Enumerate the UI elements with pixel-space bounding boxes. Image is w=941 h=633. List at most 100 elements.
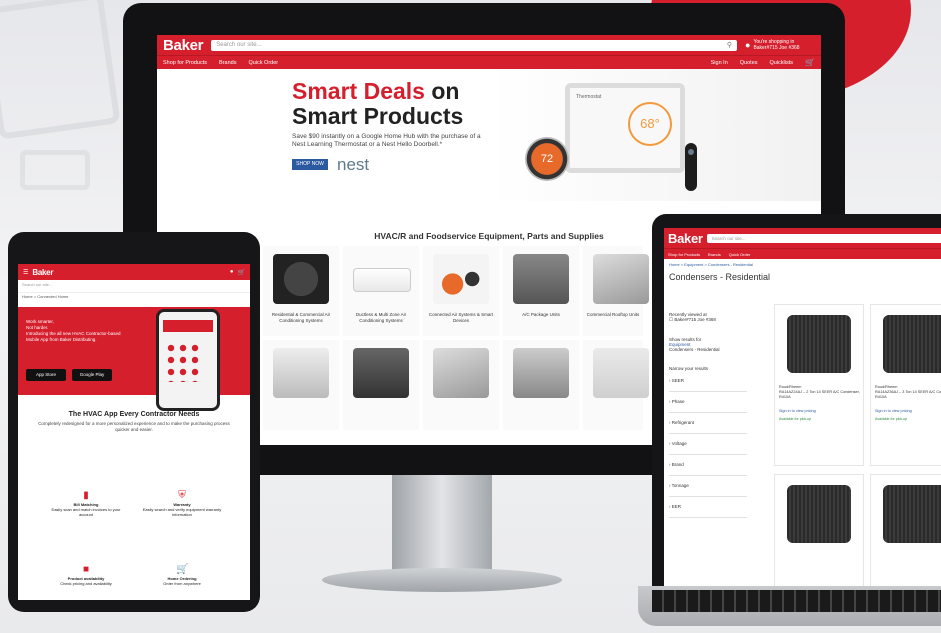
category-card[interactable] — [503, 340, 579, 430]
product-price-link[interactable]: Sign in to view pricing — [779, 409, 816, 413]
page-title: Condensers - Residential — [669, 272, 771, 282]
feature-warranty: ⛨ Warranty Easily search and verify equipm… — [142, 490, 222, 517]
product-card[interactable] — [774, 474, 864, 586]
category-label: A/C Package Units — [522, 312, 560, 317]
breadcrumb[interactable]: Home > Equipment > Condensers - Resident… — [664, 259, 941, 270]
category-label: Connected Air Systems & Smart Devices — [428, 312, 494, 323]
monitor-base — [322, 568, 562, 592]
hero-title-on: on — [431, 78, 460, 104]
search-icon[interactable]: ⚲ — [727, 40, 732, 51]
category-card[interactable]: Ductless & Multi Zone Air Conditioning S… — [343, 246, 419, 336]
nest-thermostat-image: 72 — [525, 137, 569, 181]
nav-shop-products[interactable]: Shop for Products — [163, 60, 207, 66]
category-card[interactable]: A/C Package Units — [503, 246, 579, 336]
feature-text: Check pricing and availability — [60, 581, 112, 586]
tablet-device: ☰ Baker ● 🛒 Search our site... Home > Co… — [8, 232, 260, 612]
baker-logo[interactable]: Baker — [163, 37, 204, 54]
feature-text: Easily scan and match invoices to your a… — [51, 507, 121, 517]
product-card[interactable]: Ruud/Rheem RA14AZ24AJ – 2 Ton 14 SEER A/C… — [774, 304, 864, 466]
hero-title-highlight: Smart Deals — [292, 78, 425, 104]
shop-now-button[interactable]: SHOP NOW — [292, 159, 328, 170]
baker-logo[interactable]: Baker — [668, 231, 703, 246]
nest-doorbell-image — [685, 143, 697, 191]
condenser-image — [787, 315, 851, 373]
nav-shop-products[interactable]: Shop for Products — [668, 252, 700, 257]
nav-sign-in[interactable]: Sign In — [711, 60, 728, 66]
category-card[interactable] — [263, 340, 339, 430]
condenser-image — [273, 254, 329, 304]
box-icon: ■ — [82, 564, 90, 575]
feature-product-availability: ■ Product availability Check pricing and a… — [46, 564, 126, 586]
main-nav: Shop for Products Brands Quick Order Sig… — [157, 55, 821, 69]
laptop-nav: Shop for Products Brands Quick Order — [664, 248, 941, 259]
category-card[interactable] — [423, 340, 499, 430]
facet-label: Phase — [671, 399, 685, 404]
shield-icon: ⛨ — [178, 490, 186, 501]
category-card[interactable]: Commercial Rooftop Units — [583, 246, 649, 336]
facet-eer[interactable]: › EER — [669, 497, 747, 518]
facet-label: Voltage — [671, 441, 687, 446]
facet-tonnage[interactable]: › Tonnage — [669, 476, 747, 497]
product-price-link[interactable]: Sign in to view pricing — [875, 409, 912, 413]
location-pin-icon[interactable]: ● — [230, 269, 234, 275]
store-selector[interactable]: ● You're shopping in Baker#715 Joe #368 — [745, 39, 815, 51]
category-card[interactable]: Connected Air Systems & Smart Devices — [423, 246, 499, 336]
search-placeholder: Search our site... — [216, 41, 262, 48]
phone-app-icons — [165, 342, 203, 382]
store-checkbox-label: Baker#715 Joe #368 — [674, 317, 716, 322]
cart-icon: 🛒 — [176, 564, 189, 575]
google-home-hub-image: Thermostat 68° — [565, 83, 685, 173]
search-input[interactable]: Search our site... — [706, 233, 941, 243]
feature-text: Order from anywhere — [163, 581, 201, 586]
cart-icon[interactable]: 🛒 — [805, 58, 815, 67]
menu-icon[interactable]: ☰ — [23, 269, 28, 276]
feature-home-ordering: 🛒 Home Ordering Order from anywhere — [142, 564, 222, 586]
facet-seer[interactable]: › SEER — [669, 371, 747, 392]
app-section-subtitle: Completely redesigned for a more persona… — [38, 421, 230, 432]
hero-subtitle: Save $90 instantly on a Google Home Hub … — [292, 133, 481, 148]
facet-phase[interactable]: › Phase — [669, 392, 747, 413]
facet-refrigerant[interactable]: › Refrigerant — [669, 413, 747, 434]
baker-logo[interactable]: Baker — [32, 268, 53, 277]
category-card[interactable]: Residential & Commercial Air Conditionin… — [263, 246, 339, 336]
search-input[interactable]: Search our site... ⚲ — [211, 39, 737, 51]
facet-brand[interactable]: › Brand — [669, 455, 747, 476]
nav-quotes[interactable]: Quotes — [740, 60, 758, 66]
breadcrumb[interactable]: Home > Connected Home — [18, 293, 250, 303]
tablet-search-input[interactable]: Search our site... — [18, 280, 250, 293]
nav-quick-order[interactable]: Quick Order — [248, 60, 278, 66]
nav-brands[interactable]: Brands — [219, 60, 236, 66]
hero-banner[interactable]: Smart Deals on Smart Products Save $90 i… — [157, 69, 821, 201]
app-store-button[interactable]: App Store — [26, 369, 66, 381]
nav-quicklists[interactable]: Quicklists — [770, 60, 794, 66]
hub-label: Thermostat — [576, 94, 602, 100]
nav-brands[interactable]: Brands — [708, 252, 721, 257]
category-card[interactable] — [583, 340, 649, 430]
nav-quick-order[interactable]: Quick Order — [729, 252, 751, 257]
nest-logo: nest — [337, 155, 370, 174]
condensing-unit-image — [353, 348, 409, 398]
checkbox-icon[interactable]: ☐ — [669, 317, 673, 322]
category-label: Ductless & Multi Zone Air Conditioning S… — [355, 312, 407, 323]
product-card[interactable] — [870, 474, 941, 586]
category-card[interactable] — [343, 340, 419, 430]
cart-icon[interactable]: 🛒 — [238, 269, 245, 276]
filter-sidebar: Recently viewed at ☐ Baker#715 Joe #368 … — [669, 312, 747, 518]
bar-chart-icon: ▮ — [83, 490, 89, 501]
facet-voltage[interactable]: › Voltage — [669, 434, 747, 455]
smart-devices-image — [433, 254, 489, 304]
product-name: RA14AZ36AJ – 3 Ton 14 SEER A/C Condenser… — [875, 390, 941, 399]
feature-text: Easily search and verify equipment warra… — [142, 507, 222, 517]
hero-title-line2: Smart Products — [292, 103, 464, 129]
store-checkbox[interactable]: ☐ Baker#715 Joe #368 — [669, 317, 747, 323]
product-title: Ruud/Rheem RA14AZ36AJ – 3 Ton 14 SEER A/C… — [875, 385, 941, 400]
product-card[interactable]: Ruud/Rheem RA14AZ36AJ – 3 Ton 14 SEER A/C… — [870, 304, 941, 466]
google-play-button[interactable]: Google Play — [72, 369, 112, 381]
hero-title: Smart Deals on Smart Products — [292, 79, 512, 129]
hub-temperature: 68° — [628, 102, 672, 146]
category-label: Residential & Commercial Air Conditionin… — [271, 312, 331, 323]
facet-label: Brand — [671, 462, 684, 467]
background-cart-shape — [20, 150, 90, 190]
location-pin-icon: ● — [745, 40, 751, 50]
site-header: Baker Search our site... ⚲ ● You're shop… — [157, 35, 821, 69]
